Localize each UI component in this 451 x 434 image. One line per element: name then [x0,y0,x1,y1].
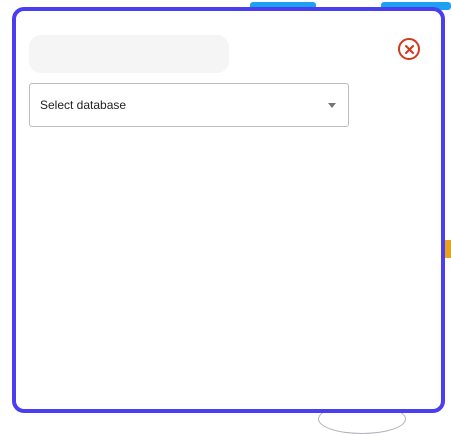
close-button[interactable] [398,38,420,60]
dialog-title [29,35,229,73]
background-tab [445,240,451,258]
close-icon [404,44,414,54]
chevron-down-icon [328,102,336,108]
database-select-placeholder: Select database [40,98,127,112]
database-dialog: Select database [12,7,445,413]
database-select[interactable]: Select database [29,83,349,127]
